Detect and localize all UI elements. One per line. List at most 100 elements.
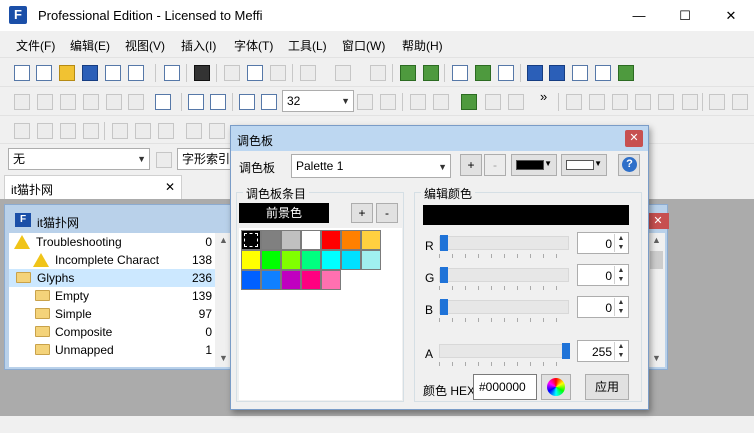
slider-thumb[interactable] — [562, 343, 570, 359]
hex-input[interactable]: #000000 — [473, 374, 537, 400]
channel-spinbox[interactable]: 0 ▲ ▼ — [577, 264, 629, 286]
help-button[interactable]: ? — [618, 154, 640, 176]
menu-tools[interactable]: 工具(L) — [288, 37, 327, 54]
slider-thumb[interactable] — [440, 267, 448, 283]
brush-icon[interactable] — [106, 94, 122, 110]
menu-file[interactable]: 文件(F) — [16, 37, 55, 54]
close-icon[interactable]: ✕ — [165, 180, 175, 194]
menu-help[interactable]: 帮助(H) — [402, 37, 443, 54]
intersect-icon[interactable] — [37, 123, 53, 139]
slider-thumb[interactable] — [440, 235, 448, 251]
remove-palette-button[interactable]: - — [484, 154, 506, 176]
zoom-out-icon[interactable] — [261, 94, 277, 110]
scroll-down-icon[interactable]: ▼ — [652, 353, 661, 363]
align-middle-icon[interactable] — [135, 123, 151, 139]
spin-up-icon[interactable]: ▲ — [614, 342, 627, 351]
group-icon[interactable] — [658, 94, 674, 110]
redo-icon[interactable] — [335, 65, 351, 81]
install-font-icon[interactable] — [618, 65, 634, 81]
palette-swatch[interactable] — [261, 250, 281, 270]
palette-swatch[interactable] — [341, 230, 361, 250]
overflow-chevron-icon[interactable]: » — [540, 89, 547, 104]
flip-icon[interactable] — [410, 94, 426, 110]
web-icon[interactable] — [595, 65, 611, 81]
actual-size-icon[interactable] — [380, 94, 396, 110]
print-icon[interactable] — [164, 65, 180, 81]
properties-icon[interactable] — [527, 65, 543, 81]
find-icon[interactable] — [194, 65, 210, 81]
channel-spinbox[interactable]: 0 ▲ ▼ — [577, 296, 629, 318]
document-tab[interactable]: it猫扑网 ✕ — [4, 175, 182, 199]
rect-select-icon[interactable] — [14, 94, 30, 110]
palette-titlebar[interactable]: 调色板 ✕ — [231, 126, 648, 151]
palette-swatch[interactable] — [321, 230, 341, 250]
trace-icon[interactable] — [485, 94, 501, 110]
new-file-icon[interactable] — [14, 65, 30, 81]
hand-icon[interactable] — [60, 94, 76, 110]
image-icon[interactable] — [461, 94, 477, 110]
palette-swatch[interactable] — [261, 270, 281, 290]
add-palette-button[interactable]: + — [460, 154, 482, 176]
foreground-color-button[interactable]: ▼ — [511, 154, 557, 176]
tree-item-selected[interactable]: Glyphs 236 — [9, 269, 215, 287]
remove-entry-button[interactable]: - — [376, 203, 398, 223]
refresh-icon[interactable] — [370, 65, 386, 81]
ruler-icon[interactable] — [452, 65, 468, 81]
pen-icon[interactable] — [83, 94, 99, 110]
tree-item[interactable]: Composite 0 — [9, 323, 215, 341]
rotate-icon[interactable] — [433, 94, 449, 110]
menu-view[interactable]: 视图(V) — [125, 37, 165, 54]
palette-swatch[interactable] — [341, 250, 361, 270]
metrics-icon[interactable] — [210, 94, 226, 110]
color-wheel-button[interactable] — [541, 374, 571, 400]
palette-swatch[interactable] — [361, 230, 381, 250]
align-top-icon[interactable] — [112, 123, 128, 139]
lasso-icon[interactable] — [37, 94, 53, 110]
zoom-select[interactable]: 32 ▼ — [282, 90, 354, 112]
palette-swatch[interactable] — [301, 270, 321, 290]
minimize-button[interactable]: — — [616, 0, 662, 31]
add-glyph-icon[interactable] — [400, 65, 416, 81]
channel-spinbox[interactable]: 0 ▲ ▼ — [577, 232, 629, 254]
add-entry-button[interactable]: + — [351, 203, 373, 223]
color-picker-icon[interactable] — [155, 94, 171, 110]
align-left-icon[interactable] — [566, 94, 582, 110]
spin-down-icon[interactable]: ▼ — [614, 307, 627, 316]
transform-icon[interactable] — [732, 94, 748, 110]
palette-swatch[interactable] — [261, 230, 281, 250]
menu-insert[interactable]: 插入(I) — [181, 37, 216, 54]
palette-swatch[interactable] — [321, 270, 341, 290]
align-center-icon[interactable] — [589, 94, 605, 110]
tree-item[interactable]: Troubleshooting 0 — [9, 233, 215, 251]
palette-swatch[interactable] — [301, 250, 321, 270]
channel-spinbox[interactable]: 255 ▲ ▼ — [577, 340, 629, 362]
align-right-icon[interactable] — [612, 94, 628, 110]
menu-edit[interactable]: 编辑(E) — [70, 37, 110, 54]
check-icon[interactable] — [549, 65, 565, 81]
preview-icon[interactable] — [572, 65, 588, 81]
paste-icon[interactable] — [270, 65, 286, 81]
add-glyphs-icon[interactable] — [423, 65, 439, 81]
font-info-icon[interactable] — [498, 65, 514, 81]
spin-up-icon[interactable]: ▲ — [614, 234, 627, 243]
spin-up-icon[interactable]: ▲ — [614, 298, 627, 307]
scroll-up-icon[interactable]: ▲ — [219, 235, 228, 245]
channel-slider[interactable] — [439, 235, 569, 251]
background-color-button[interactable]: ▼ — [561, 154, 607, 176]
palette-swatch-selected[interactable] — [241, 230, 261, 250]
channel-slider[interactable] — [439, 343, 570, 359]
menu-window[interactable]: 窗口(W) — [342, 37, 385, 54]
distribute-icon[interactable] — [635, 94, 651, 110]
slider-thumb[interactable] — [440, 299, 448, 315]
palette-swatch[interactable] — [241, 270, 261, 290]
save-all-icon[interactable] — [105, 65, 121, 81]
node-icon[interactable] — [709, 94, 725, 110]
undo-icon[interactable] — [300, 65, 316, 81]
kerning-icon[interactable] — [209, 123, 225, 139]
fit-icon[interactable] — [357, 94, 373, 110]
export-icon[interactable] — [128, 65, 144, 81]
style-select[interactable]: 无 ▼ — [8, 148, 150, 170]
title-bar[interactable]: F Professional Edition - Licensed to Mef… — [0, 0, 754, 31]
palette-close-button[interactable]: ✕ — [625, 130, 643, 147]
align-bottom-icon[interactable] — [158, 123, 174, 139]
